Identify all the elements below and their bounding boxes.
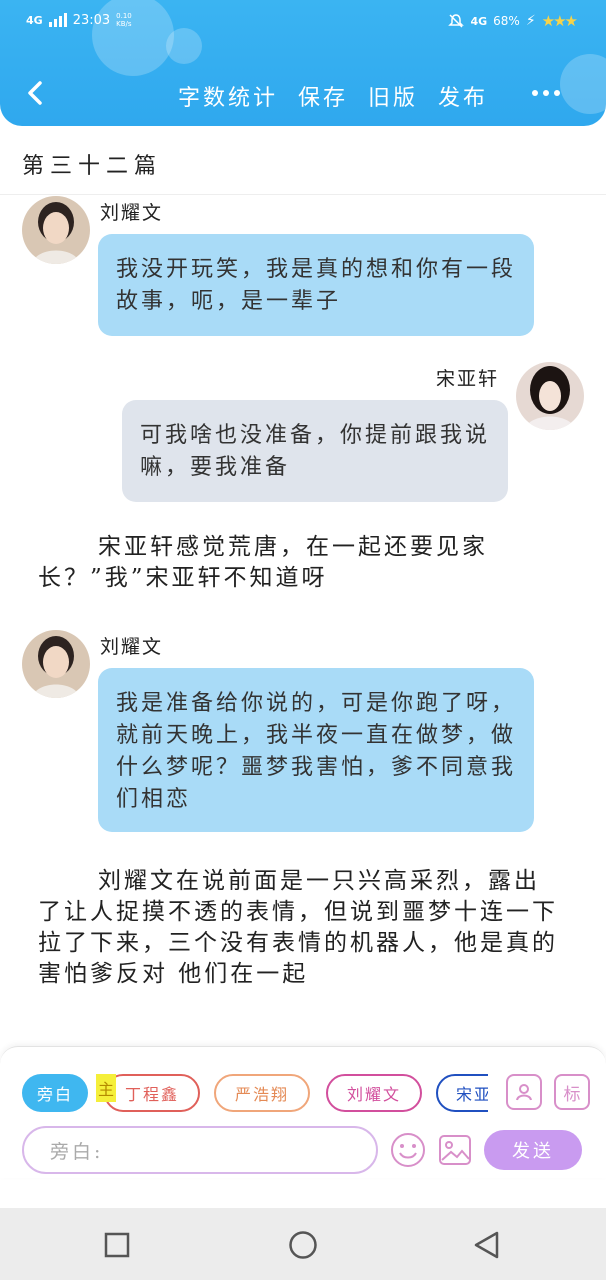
clock: 23:03: [72, 12, 111, 28]
image-icon[interactable]: [438, 1134, 472, 1166]
role-chip-ding-chengxin[interactable]: 丁程鑫: [104, 1074, 200, 1112]
emoji-icon[interactable]: [390, 1132, 426, 1168]
composer-input[interactable]: 旁白:: [22, 1126, 378, 1174]
mark-button[interactable]: 标: [554, 1074, 590, 1110]
nav-bar: 字数统计 保存 旧版 发布: [0, 72, 606, 118]
avatar-song-yaxuan[interactable]: [516, 362, 584, 430]
send-button[interactable]: 发送: [484, 1130, 582, 1170]
mute-icon: [448, 14, 465, 28]
network-label-right: 4G: [470, 14, 488, 28]
speaker-name: 宋亚轩: [436, 368, 500, 390]
main-role-tag: 主: [96, 1074, 116, 1102]
message-bubble[interactable]: 我是准备给你说的，可是你跑了呀，就前天晚上，我半夜一直在做梦，做什么梦呢？噩梦我…: [98, 668, 534, 832]
back-nav-icon[interactable]: [472, 1230, 500, 1260]
word-count-button[interactable]: 字数统计: [178, 80, 278, 112]
status-bar: 4G 23:03 0.10 KB/s 4G 68% ⚡ ★★★: [0, 8, 606, 38]
old-version-button[interactable]: 旧版: [368, 80, 418, 112]
avatar-liu-yaowen[interactable]: [22, 630, 90, 698]
battery-label: 68%: [493, 14, 520, 28]
role-chip-clip: 宋亚轩: [436, 1074, 488, 1112]
chapter-title[interactable]: 第三十二篇: [22, 148, 162, 180]
net-speed: 0.10 KB/s: [116, 12, 132, 28]
back-icon[interactable]: [22, 78, 52, 108]
speaker-name: 刘耀文: [100, 636, 164, 658]
role-chip-narrator[interactable]: 旁白: [22, 1074, 88, 1112]
role-chip-yan-haoxiang[interactable]: 严浩翔: [214, 1074, 310, 1112]
signal-icon: [48, 13, 67, 27]
message-bubble[interactable]: 可我啥也没准备，你提前跟我说嘛，要我准备: [122, 400, 508, 502]
speaker-name: 刘耀文: [100, 202, 164, 224]
more-icon[interactable]: [532, 90, 560, 96]
save-button[interactable]: 保存: [298, 80, 348, 112]
divider: [0, 194, 606, 195]
system-nav-bar: [0, 1208, 606, 1280]
avatar-liu-yaowen[interactable]: [22, 196, 90, 264]
role-chip-song-yaxuan[interactable]: 宋亚轩: [436, 1074, 488, 1112]
publish-button[interactable]: 发布: [438, 80, 488, 112]
role-manage-icon[interactable]: [506, 1074, 542, 1110]
recent-apps-icon[interactable]: [104, 1232, 130, 1258]
narration-text[interactable]: 刘耀文在说前面是一只兴高采烈，露出了让人捉摸不透的表情，但说到噩梦十连一下拉了下…: [38, 866, 558, 990]
home-icon[interactable]: [288, 1230, 318, 1260]
app-header: 4G 23:03 0.10 KB/s 4G 68% ⚡ ★★★ 字数统计 保存 …: [0, 0, 606, 126]
role-chip-liu-yaowen[interactable]: 刘耀文: [326, 1074, 422, 1112]
message-bubble[interactable]: 我没开玩笑，我是真的想和你有一段故事，呃，是一辈子: [98, 234, 534, 336]
narration-text[interactable]: 宋亚轩感觉荒唐，在一起还要见家长？”我”宋亚轩不知道呀: [38, 532, 558, 594]
stars-icon: ★★★: [541, 12, 578, 30]
network-label: 4G: [26, 13, 43, 27]
charging-icon: ⚡: [525, 13, 536, 29]
